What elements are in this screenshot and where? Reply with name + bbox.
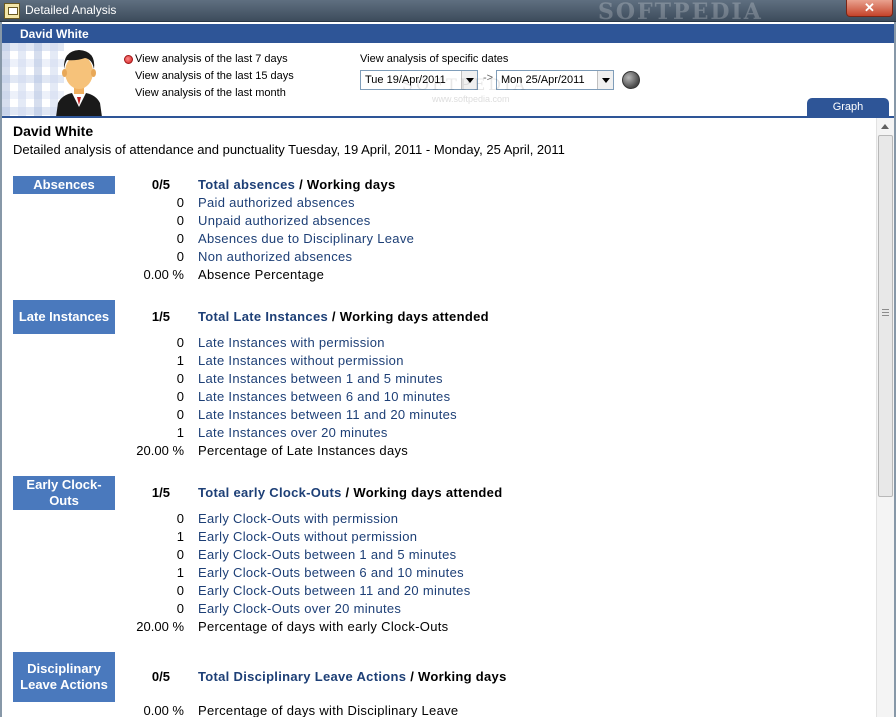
app-icon (4, 3, 20, 19)
row-value: 1 (176, 353, 184, 368)
total-row-label: Total Late Instances / Working days atte… (198, 309, 489, 324)
radio-selected-icon (124, 55, 133, 64)
row-link[interactable]: Early Clock-Outs between 1 and 5 minutes (198, 547, 456, 562)
row-value: 0.00 % (143, 703, 184, 717)
period-radio-group: View analysis of the last 7 days View an… (124, 53, 294, 104)
total-suffix: / Working days attended (341, 485, 503, 500)
row-value: 0 (176, 213, 184, 228)
row-link[interactable]: Late Instances over 20 minutes (198, 425, 388, 440)
row-link[interactable]: Early Clock-Outs with permission (198, 511, 398, 526)
row-text: Percentage of Late Instances days (198, 443, 409, 458)
total-value: 0/5 (151, 177, 170, 192)
row-link[interactable]: Absences due to Disciplinary Leave (198, 231, 414, 246)
row-link[interactable]: Early Clock-Outs without permission (198, 529, 417, 544)
window-title-bar[interactable]: Detailed Analysis SOFTPEDIA ✕ (0, 0, 896, 25)
row-value: 20.00 % (136, 619, 184, 634)
vertical-scrollbar[interactable] (876, 118, 894, 717)
row-value: 0 (176, 407, 184, 422)
row-value: 0 (176, 231, 184, 246)
total-disciplinary-leave-link[interactable]: Total Disciplinary Leave Actions (198, 669, 406, 684)
row-value: 1 (176, 529, 184, 544)
total-value: 0/5 (151, 669, 170, 684)
row-value: 0 (176, 601, 184, 616)
report-description: Detailed analysis of attendance and punc… (13, 142, 565, 157)
row-value: 0 (176, 335, 184, 350)
scroll-thumb[interactable] (878, 135, 893, 497)
close-icon: ✕ (864, 0, 875, 15)
total-early-clock-outs-link[interactable]: Total early Clock-Outs (198, 485, 342, 500)
row-link[interactable]: Non authorized absences (198, 249, 352, 264)
row-link[interactable]: Late Instances without permission (198, 353, 404, 368)
row-link[interactable]: Late Instances between 11 and 20 minutes (198, 407, 457, 422)
row-value: 1 (176, 425, 184, 440)
total-absences-link[interactable]: Total absences (198, 177, 295, 192)
row-value: 0 (176, 547, 184, 562)
total-value: 1/5 (151, 309, 170, 324)
window-title: Detailed Analysis (25, 3, 117, 17)
row-link[interactable]: Late Instances with permission (198, 335, 385, 350)
radio-label: View analysis of the last month (135, 87, 286, 99)
avatar (56, 50, 102, 117)
total-row-label: Total Disciplinary Leave Actions / Worki… (198, 669, 507, 684)
total-late-instances-link[interactable]: Total Late Instances (198, 309, 328, 324)
total-row-label: Total early Clock-Outs / Working days at… (198, 485, 502, 500)
section-label-disciplinary-leave: Disciplinary Leave Actions (13, 652, 115, 702)
row-link[interactable]: Unpaid authorized absences (198, 213, 371, 228)
radio-last-month[interactable]: View analysis of the last month (124, 87, 294, 104)
row-value: 20.00 % (136, 443, 184, 458)
row-value: 0 (176, 389, 184, 404)
row-link[interactable]: Early Clock-Outs between 11 and 20 minut… (198, 583, 471, 598)
section-label-early-clock-outs: Early Clock-Outs (13, 476, 115, 510)
header-watermark: SOFTPEDIA (402, 75, 528, 94)
total-suffix: / Working days attended (328, 309, 489, 324)
analysis-header: David White View analysis of the last 7 … (2, 24, 894, 118)
chevron-down-icon[interactable] (597, 71, 613, 89)
row-link[interactable]: Paid authorized absences (198, 195, 355, 210)
row-text: Percentage of days with early Clock-Outs (198, 619, 449, 634)
scroll-up-icon[interactable] (877, 118, 894, 135)
row-link[interactable]: Late Instances between 6 and 10 minutes (198, 389, 450, 404)
report-employee-name: David White (13, 123, 94, 139)
row-value: 0 (176, 195, 184, 210)
row-value: 1 (176, 565, 184, 580)
total-suffix: / Working days (406, 669, 507, 684)
total-value: 1/5 (151, 485, 170, 500)
row-text: Percentage of days with Disciplinary Lea… (198, 703, 459, 717)
total-suffix: / Working days (295, 177, 396, 192)
tab-graph[interactable]: Graph (807, 98, 889, 116)
radio-label: View analysis of the last 15 days (135, 70, 294, 82)
radio-last-15-days[interactable]: View analysis of the last 15 days (124, 70, 294, 87)
header-band: David White (2, 24, 894, 43)
radio-label: View analysis of the last 7 days (135, 53, 288, 65)
row-value: 0.00 % (143, 267, 184, 282)
row-value: 0 (176, 249, 184, 264)
report-content: David White Detailed analysis of attenda… (2, 118, 876, 717)
header-user-name: David White (20, 27, 89, 41)
row-link[interactable]: Late Instances between 1 and 5 minutes (198, 371, 443, 386)
row-value: 0 (176, 583, 184, 598)
row-value: 0 (176, 511, 184, 526)
specific-dates-label: View analysis of specific dates (360, 53, 509, 65)
row-value: 0 (176, 371, 184, 386)
row-text: Absence Percentage (198, 267, 325, 282)
section-label-absences: Absences (13, 176, 115, 194)
grip-icon (882, 309, 889, 316)
total-row-label: Total absences / Working days (198, 177, 396, 192)
close-button[interactable]: ✕ (846, 0, 893, 17)
section-label-late-instances: Late Instances (13, 300, 115, 334)
row-link[interactable]: Early Clock-Outs over 20 minutes (198, 601, 401, 616)
row-link[interactable]: Early Clock-Outs between 6 and 10 minute… (198, 565, 464, 580)
radio-last-7-days[interactable]: View analysis of the last 7 days (124, 53, 294, 70)
header-watermark-url: www.softpedia.com (432, 94, 510, 104)
apply-dates-button[interactable] (622, 71, 640, 89)
